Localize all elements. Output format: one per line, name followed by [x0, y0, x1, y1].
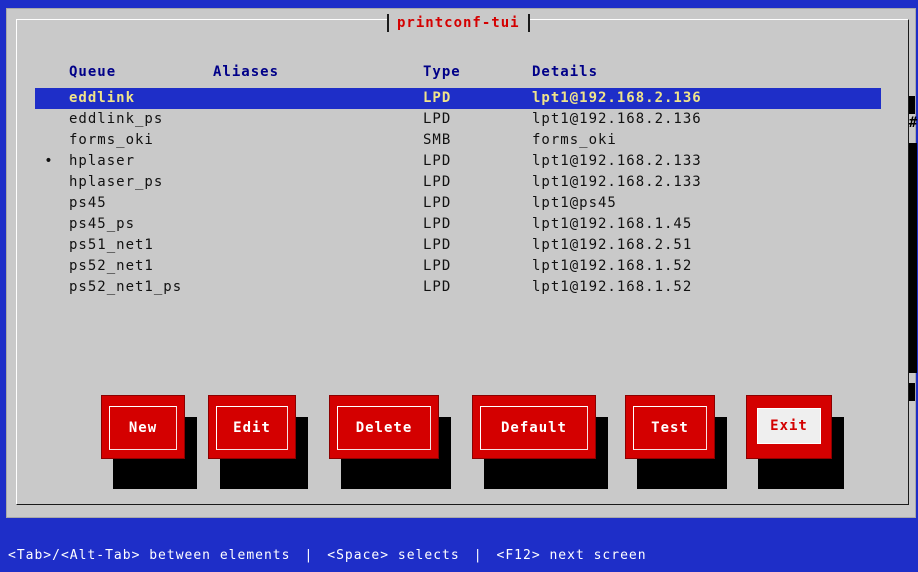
- edit-button-wrap: Edit: [208, 395, 310, 489]
- delete-button-wrap: Delete: [329, 395, 453, 489]
- status-bar: <Tab>/<Alt-Tab> between elements | <Spac…: [0, 529, 918, 572]
- test-button-label: Test: [651, 420, 689, 436]
- button-row: New Edit Delete Default Test Exit: [17, 20, 908, 504]
- test-button[interactable]: Test: [625, 395, 715, 459]
- edit-button-focus-frame: Edit: [216, 406, 288, 450]
- default-button[interactable]: Default: [472, 395, 596, 459]
- test-button-wrap: Test: [625, 395, 729, 489]
- new-button-label: New: [128, 420, 158, 436]
- status-separator: |: [473, 547, 483, 563]
- status-part-next-screen: <F12> next screen: [496, 547, 647, 563]
- printconf-window: printconf-tui Queue Aliases Type Details…: [6, 8, 917, 518]
- scroll-up-arrow[interactable]: [909, 96, 915, 114]
- exit-button-focus-frame: Exit: [757, 408, 821, 444]
- default-button-wrap: Default: [472, 395, 610, 489]
- new-button-wrap: New: [101, 395, 197, 489]
- status-text: <Tab>/<Alt-Tab> between elements | <Spac…: [0, 543, 918, 567]
- scroll-thumb[interactable]: #: [908, 114, 918, 132]
- new-button-focus-frame: New: [109, 406, 177, 450]
- exit-button[interactable]: Exit: [746, 395, 832, 459]
- test-button-focus-frame: Test: [633, 406, 707, 450]
- screen-top-bar: [0, 0, 918, 8]
- edit-button[interactable]: Edit: [208, 395, 296, 459]
- status-part-selects: <Space> selects: [327, 547, 460, 563]
- new-button[interactable]: New: [101, 395, 185, 459]
- default-button-label: Default: [500, 420, 567, 436]
- delete-button-label: Delete: [355, 420, 413, 436]
- default-button-focus-frame: Default: [480, 406, 588, 450]
- scroll-down-arrow[interactable]: [909, 383, 915, 401]
- edit-button-label: Edit: [233, 420, 271, 436]
- scroll-track[interactable]: [909, 143, 917, 373]
- exit-button-label: Exit: [770, 418, 808, 434]
- delete-button[interactable]: Delete: [329, 395, 439, 459]
- list-scrollbar[interactable]: #: [907, 96, 918, 406]
- exit-button-wrap: Exit: [746, 395, 846, 489]
- delete-button-focus-frame: Delete: [337, 406, 431, 450]
- status-part-navigation: <Tab>/<Alt-Tab> between elements: [8, 547, 291, 563]
- window-frame: printconf-tui Queue Aliases Type Details…: [16, 14, 917, 505]
- status-separator: |: [304, 547, 314, 563]
